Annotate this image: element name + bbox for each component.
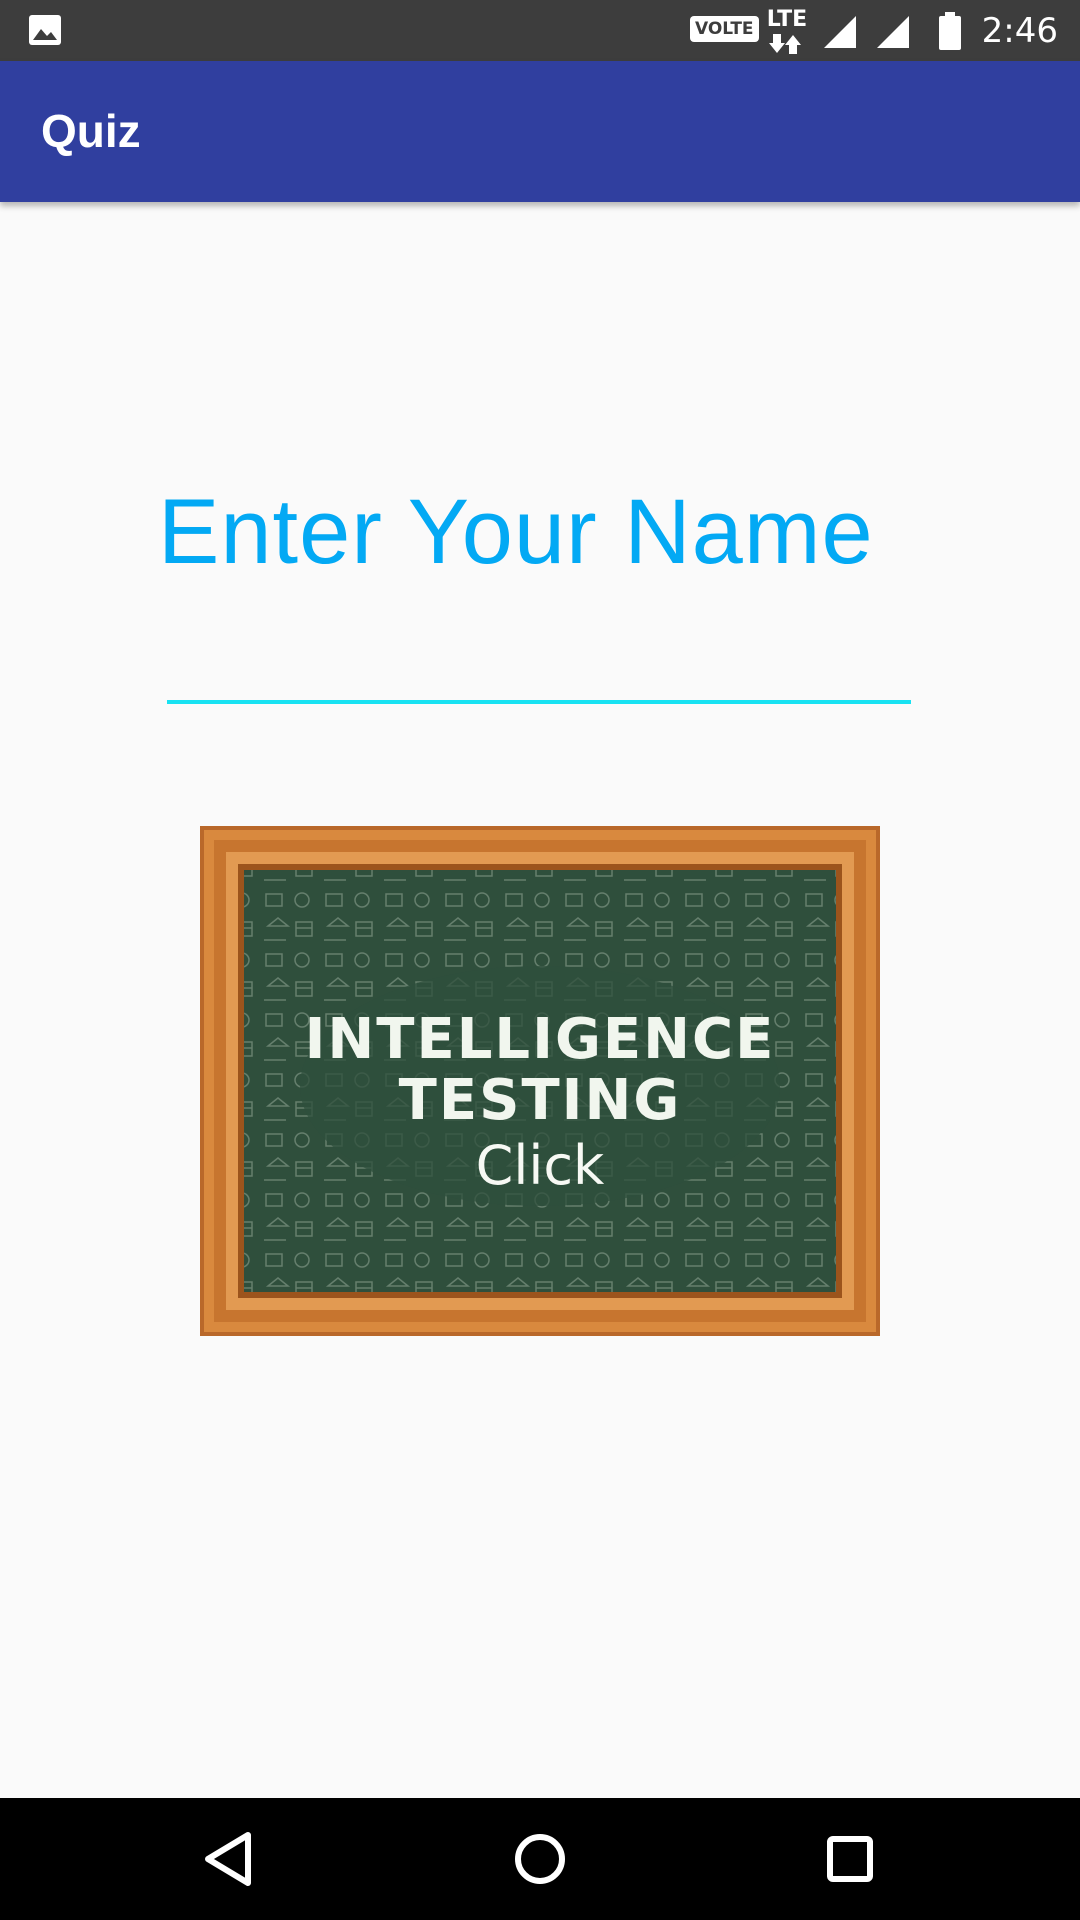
status-bar: VOLTE LTE 2:46 — [0, 0, 1080, 61]
name-input[interactable] — [167, 622, 911, 704]
recents-icon — [827, 1836, 873, 1882]
app-title: Quiz — [41, 105, 141, 157]
lte-data-icon: LTE — [763, 8, 811, 54]
cell-signal-icon — [824, 16, 856, 48]
board-title-line-2: TESTING — [399, 1068, 682, 1133]
board-title-line-1: INTELLIGENCE — [305, 1007, 776, 1072]
start-quiz-image-button[interactable]: INTELLIGENCE TESTING Click — [200, 826, 880, 1336]
board-click-label: Click — [476, 1134, 605, 1197]
data-arrows-icon — [769, 34, 801, 54]
main-content: Enter Your Name INTELLIGENCE TESTING Cli… — [0, 202, 1080, 1798]
screen: VOLTE LTE 2:46 Quiz Enter Your Name INTE… — [0, 0, 1080, 1920]
image-gallery-icon — [29, 15, 61, 45]
enter-name-label: Enter Your Name — [158, 481, 874, 583]
status-clock: 2:46 — [981, 11, 1058, 51]
back-icon — [205, 1832, 251, 1886]
navigation-bar — [0, 1798, 1080, 1920]
back-button[interactable] — [190, 1819, 270, 1899]
chalkboard-image: INTELLIGENCE TESTING Click — [200, 826, 880, 1336]
battery-icon — [939, 12, 961, 50]
lte-label: LTE — [766, 7, 808, 32]
cell-signal-icon — [877, 16, 909, 48]
app-bar: Quiz — [0, 61, 1080, 202]
recents-button[interactable] — [810, 1819, 890, 1899]
volte-badge: VOLTE — [690, 16, 759, 42]
home-button[interactable] — [500, 1819, 580, 1899]
home-icon — [515, 1834, 565, 1884]
